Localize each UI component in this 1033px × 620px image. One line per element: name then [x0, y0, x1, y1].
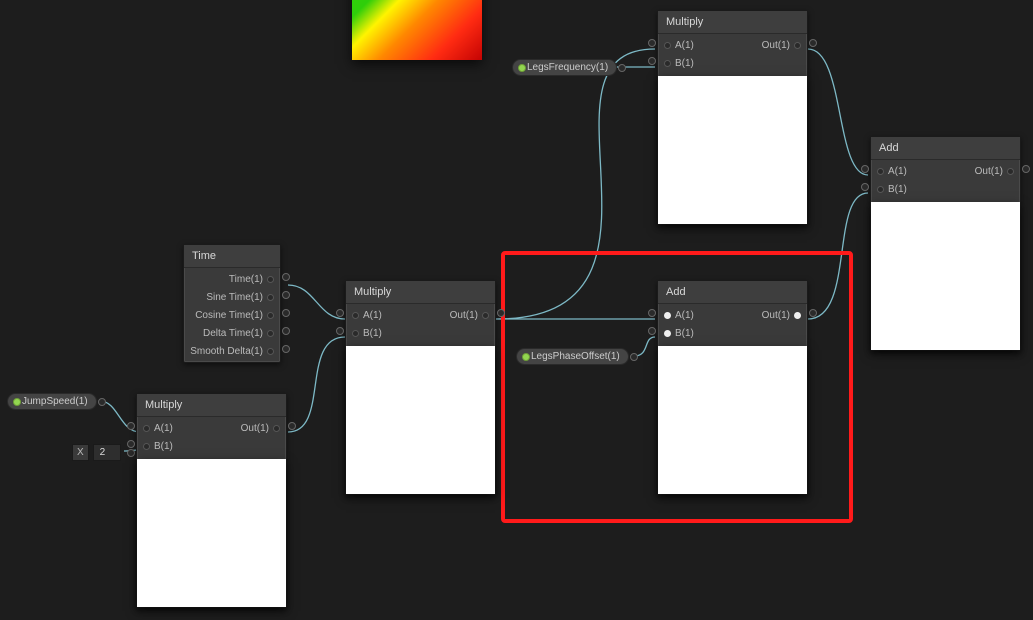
node-add[interactable]: Add A(1) Out(1) B(1) [657, 280, 808, 495]
node-multiply[interactable]: Multiply A(1) Out(1) B(1) [657, 10, 808, 225]
property-legsphaseoffset[interactable]: LegsPhaseOffset(1) [516, 348, 629, 365]
port-out[interactable]: Out(1) [756, 40, 807, 51]
property-jumpspeed[interactable]: JumpSpeed(1) [7, 393, 97, 410]
port-out-icon[interactable] [98, 398, 106, 406]
port-in[interactable]: B(1) [871, 184, 913, 195]
port-in[interactable]: B(1) [137, 441, 179, 452]
port-out[interactable]: Smooth Delta(1) [184, 346, 280, 357]
constant-label: X [72, 444, 89, 461]
property-label: LegsFrequency(1) [527, 62, 608, 73]
node-title: Multiply [137, 394, 286, 417]
port-out-icon[interactable] [127, 449, 135, 457]
port-out[interactable]: Out(1) [756, 310, 807, 321]
property-legsfrequency[interactable]: LegsFrequency(1) [512, 59, 617, 76]
port-out[interactable]: Sine Time(1) [200, 292, 280, 303]
node-multiply[interactable]: Multiply A(1) Out(1) B(1) [136, 393, 287, 608]
node-preview [871, 202, 1020, 350]
property-label: JumpSpeed(1) [22, 396, 88, 407]
port-in[interactable]: A(1) [346, 310, 388, 321]
node-title: Add [871, 137, 1020, 160]
port-out-icon[interactable] [618, 64, 626, 72]
property-dot-icon [13, 398, 21, 406]
node-time[interactable]: Time Time(1) Sine Time(1) Cosine Time(1)… [183, 244, 281, 363]
node-preview [137, 459, 286, 607]
port-out[interactable]: Delta Time(1) [197, 328, 280, 339]
property-dot-icon [522, 353, 530, 361]
node-add[interactable]: Add A(1) Out(1) B(1) [870, 136, 1021, 351]
node-title: Multiply [658, 11, 807, 34]
constant-value[interactable]: 2 [93, 444, 121, 461]
node-preview [658, 346, 807, 494]
node-title: Add [658, 281, 807, 304]
port-out[interactable]: Out(1) [235, 423, 286, 434]
port-in[interactable]: B(1) [346, 328, 388, 339]
port-out[interactable]: Time(1) [223, 274, 280, 285]
node-preview [658, 76, 807, 224]
port-out[interactable]: Cosine Time(1) [189, 310, 280, 321]
port-out-icon[interactable] [630, 353, 638, 361]
port-out[interactable]: Out(1) [444, 310, 495, 321]
node-title: Time [184, 245, 280, 268]
port-out[interactable]: Out(1) [969, 166, 1020, 177]
port-in[interactable]: A(1) [137, 423, 179, 434]
property-dot-icon [518, 64, 526, 72]
constant-field[interactable]: X 2 [72, 444, 135, 461]
property-label: LegsPhaseOffset(1) [531, 351, 620, 362]
port-in[interactable]: A(1) [871, 166, 913, 177]
port-in[interactable]: A(1) [658, 310, 700, 321]
node-preview [346, 346, 495, 494]
gradient-preview [352, 0, 482, 60]
port-in[interactable]: B(1) [658, 328, 700, 339]
node-title: Multiply [346, 281, 495, 304]
node-multiply[interactable]: Multiply A(1) Out(1) B(1) [345, 280, 496, 495]
port-in[interactable]: B(1) [658, 58, 700, 69]
port-in[interactable]: A(1) [658, 40, 700, 51]
